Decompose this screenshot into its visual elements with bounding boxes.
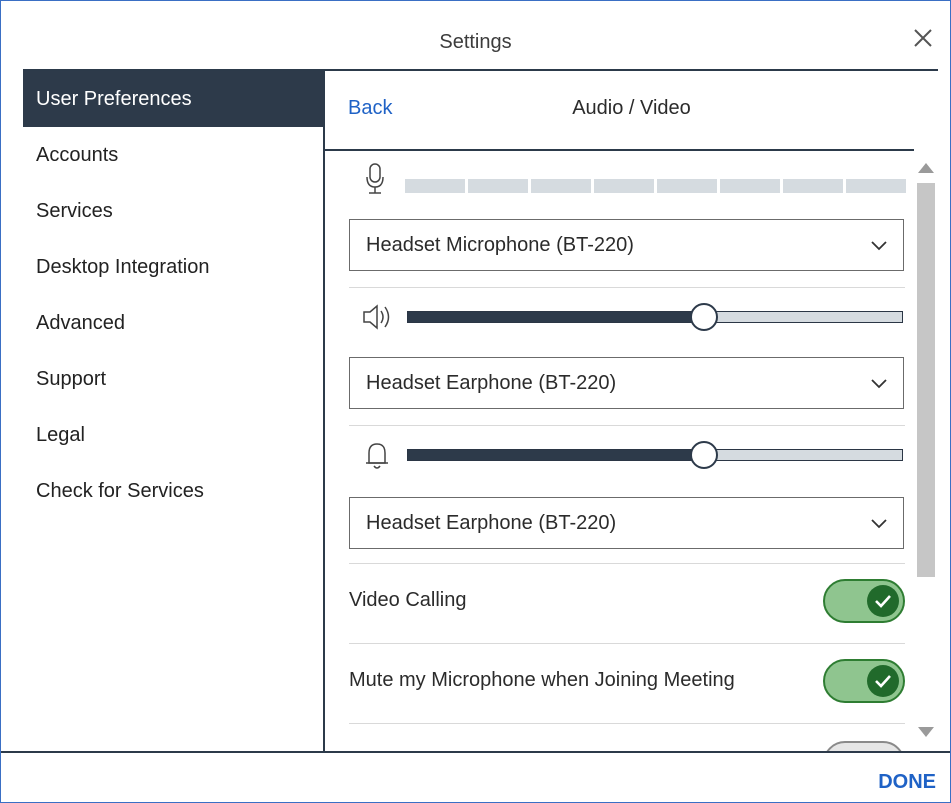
ringer-volume-fill (408, 450, 705, 460)
speaker-volume-slider[interactable] (407, 303, 903, 331)
sidebar-nav: User Preferences Accounts Services Deskt… (23, 71, 323, 751)
title-bar: Settings (1, 1, 950, 69)
speaker-volume-fill (408, 312, 705, 322)
done-button[interactable]: DONE (878, 771, 936, 794)
level-segment (405, 179, 465, 193)
scroll-down-arrow-icon[interactable] (917, 723, 935, 741)
chevron-down-icon (871, 241, 887, 251)
scroll-up-arrow-icon[interactable] (917, 159, 935, 177)
speaker-icon (361, 301, 397, 333)
video-calling-toggle[interactable] (823, 579, 905, 623)
vertical-scrollbar[interactable] (914, 151, 938, 751)
window-title: Settings (439, 31, 512, 53)
mute-on-join-toggle[interactable] (823, 659, 905, 703)
speaker-volume-row (349, 295, 909, 339)
microphone-level-meter (405, 179, 906, 193)
partial-toggle-row (349, 731, 905, 751)
row-divider (349, 723, 905, 724)
sidebar-item-services[interactable]: Services (23, 183, 323, 239)
ringer-volume-row (349, 433, 909, 477)
partial-toggle[interactable] (823, 741, 905, 751)
scrollbar-thumb[interactable] (917, 183, 935, 577)
ringer-device-value: Headset Earphone (BT-220) (366, 512, 617, 534)
checkmark-icon (875, 675, 891, 688)
chevron-down-icon (871, 379, 887, 389)
ringer-volume-slider[interactable] (407, 441, 903, 469)
level-segment (846, 179, 906, 193)
video-calling-label: Video Calling (349, 589, 467, 611)
row-divider (349, 643, 905, 644)
level-segment (531, 179, 591, 193)
level-segment (657, 179, 717, 193)
content-panel: Audio / Video Back Headset Microphone (B… (325, 71, 938, 751)
sidebar-item-user-preferences[interactable]: User Preferences (23, 71, 323, 127)
content-header: Audio / Video Back (325, 71, 938, 149)
microphone-icon (365, 163, 385, 195)
ringer-volume-thumb[interactable] (690, 441, 719, 469)
microphone-device-value: Headset Microphone (BT-220) (366, 234, 634, 256)
speaker-device-select[interactable]: Headset Earphone (BT-220) (349, 357, 904, 409)
row-divider (349, 563, 905, 564)
back-link[interactable]: Back (348, 97, 392, 120)
level-segment (594, 179, 654, 193)
toggle-knob (867, 665, 899, 697)
row-divider (349, 425, 905, 426)
sidebar-item-advanced[interactable]: Advanced (23, 295, 323, 351)
sidebar-item-legal[interactable]: Legal (23, 407, 323, 463)
video-calling-row: Video Calling (349, 569, 905, 631)
close-icon[interactable] (910, 25, 936, 51)
microphone-level-row (349, 159, 909, 199)
settings-window: Settings User Preferences Accounts Servi… (0, 0, 951, 803)
settings-scroll-area[interactable]: Headset Microphone (BT-220) Headset Earp… (325, 151, 914, 751)
chevron-down-icon (871, 519, 887, 529)
level-segment (468, 179, 528, 193)
bell-icon (361, 439, 397, 471)
mute-on-join-row: Mute my Microphone when Joining Meeting (349, 649, 905, 711)
microphone-device-select[interactable]: Headset Microphone (BT-220) (349, 219, 904, 271)
sidebar-item-desktop-integration[interactable]: Desktop Integration (23, 239, 323, 295)
speaker-volume-thumb[interactable] (690, 303, 719, 331)
sidebar-item-check-for-services[interactable]: Check for Services (23, 463, 323, 519)
row-divider (349, 287, 905, 288)
sidebar-item-support[interactable]: Support (23, 351, 323, 407)
mute-on-join-label: Mute my Microphone when Joining Meeting (349, 669, 735, 691)
checkmark-icon (875, 595, 891, 608)
toggle-knob (867, 585, 899, 617)
speaker-device-value: Headset Earphone (BT-220) (366, 372, 617, 394)
level-segment (720, 179, 780, 193)
ringer-device-select[interactable]: Headset Earphone (BT-220) (349, 497, 904, 549)
footer-divider (1, 751, 950, 753)
level-segment (783, 179, 843, 193)
sidebar-item-accounts[interactable]: Accounts (23, 127, 323, 183)
page-title: Audio / Video (572, 97, 691, 119)
